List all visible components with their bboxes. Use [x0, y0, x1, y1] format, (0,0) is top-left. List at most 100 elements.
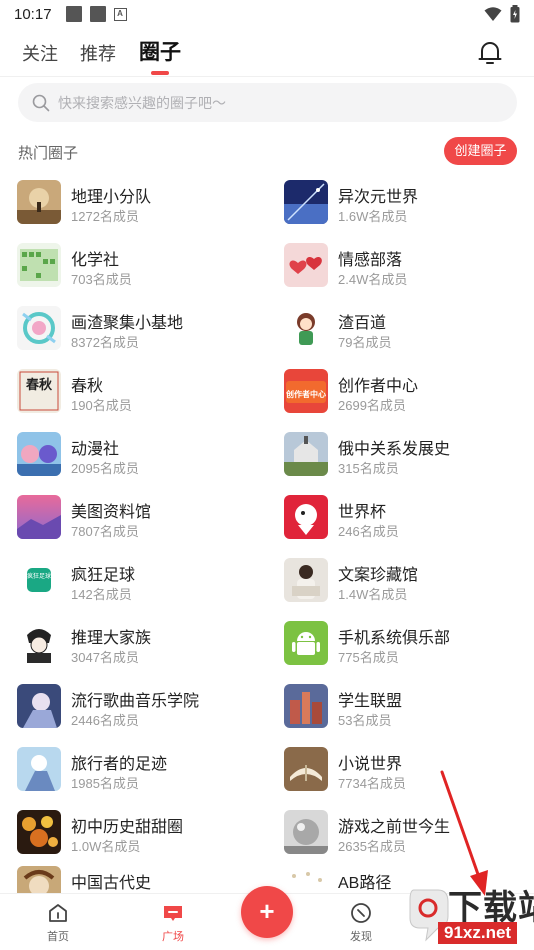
circle-item[interactable]: 地理小分队 1272名成员	[17, 180, 267, 228]
circle-thumbnail	[284, 558, 328, 602]
circle-name: 渣百道	[338, 315, 387, 332]
header-divider	[0, 76, 534, 77]
circle-members: 2635名成员	[338, 839, 406, 854]
circle-name: 俄中关系发展史	[338, 441, 451, 458]
watermark-url: 91xz.net	[438, 922, 518, 944]
circle-name: 旅行者的足迹	[71, 756, 168, 773]
notification-icon	[65, 6, 82, 22]
status-indicators	[484, 5, 520, 23]
circle-item[interactable]: 渣百道 79名成员	[284, 306, 534, 354]
circle-item[interactable]: 推理大家族 3047名成员	[17, 621, 267, 669]
circle-item[interactable]: 手机系统俱乐部 775名成员	[284, 621, 534, 669]
circle-name: 画渣聚集小基地	[71, 315, 184, 332]
circle-members: 2.4W名成员	[338, 272, 408, 287]
compass-icon	[351, 903, 371, 923]
circle-item[interactable]: 学生联盟 53名成员	[284, 684, 534, 732]
circle-thumbnail	[17, 684, 61, 728]
circle-name: AB路径	[338, 875, 392, 892]
circle-name: 动漫社	[71, 441, 120, 458]
search-placeholder: 快来搜索感兴趣的圈子吧～	[58, 94, 226, 111]
thumb-text: 疯狂足球	[27, 572, 51, 580]
status-bar: 10:17 A	[0, 0, 534, 28]
section-title: 热门圈子	[18, 145, 79, 162]
square-chat-icon	[164, 906, 182, 921]
circle-item[interactable]: 创作者中心 创作者中心 2699名成员	[284, 369, 534, 417]
circle-item[interactable]: 世界杯 246名成员	[284, 495, 534, 543]
circle-members: 703名成员	[71, 272, 132, 287]
circle-item[interactable]: 旅行者的足迹 1985名成员	[17, 747, 267, 795]
home-icon	[49, 904, 67, 922]
circle-item[interactable]: 俄中关系发展史 315名成员	[284, 432, 534, 480]
circle-members: 2699名成员	[338, 398, 406, 413]
circle-members: 7734名成员	[338, 776, 406, 791]
circle-thumbnail	[17, 621, 61, 665]
circle-members: 246名成员	[338, 524, 399, 539]
circle-item[interactable]: 春秋 春秋 190名成员	[17, 369, 267, 417]
circle-members: 7807名成员	[71, 524, 139, 539]
top-tab-bar: 关注 推荐 圈子	[0, 34, 534, 78]
circle-name: 世界杯	[338, 504, 387, 521]
create-circle-button[interactable]: 创建圈子	[444, 137, 517, 165]
plus-icon: +	[259, 896, 275, 926]
circle-thumbnail	[17, 243, 61, 287]
circle-item[interactable]: 初中历史甜甜圈 1.0W名成员	[17, 810, 267, 858]
nav-discover-label: 发现	[350, 931, 372, 943]
circle-thumbnail: 创作者中心	[284, 369, 328, 413]
circle-thumbnail	[17, 747, 61, 791]
nav-square[interactable]: 广场	[143, 902, 203, 944]
circle-members: 190名成员	[71, 398, 132, 413]
circle-thumbnail	[284, 810, 328, 854]
circle-members: 3047名成员	[71, 650, 139, 665]
circle-item[interactable]: 游戏之前世今生 2635名成员	[284, 810, 534, 858]
circle-item[interactable]: 疯狂足球 疯狂足球 142名成员	[17, 558, 267, 606]
circle-item[interactable]: 画渣聚集小基地 8372名成员	[17, 306, 267, 354]
thumb-text: 创作者中心	[285, 389, 326, 399]
tab-recommend[interactable]: 推荐	[80, 40, 116, 66]
circle-name: 流行歌曲音乐学院	[71, 693, 200, 710]
circle-item[interactable]: 流行歌曲音乐学院 2446名成员	[17, 684, 267, 732]
circle-item[interactable]: 异次元世界 1.6W名成员	[284, 180, 534, 228]
circle-thumbnail: 春秋	[17, 369, 61, 413]
circle-members: 1.6W名成员	[338, 209, 408, 224]
circle-name: 学生联盟	[338, 693, 403, 710]
nav-home[interactable]: 首页	[28, 902, 88, 944]
circle-name: 化学社	[71, 252, 120, 269]
circle-item[interactable]: 化学社 703名成员	[17, 243, 267, 291]
circle-members: 315名成员	[338, 461, 399, 476]
circle-members: 8372名成员	[71, 335, 139, 350]
circle-name: 推理大家族	[71, 630, 152, 647]
circle-thumbnail	[284, 243, 328, 287]
circle-members: 1985名成员	[71, 776, 139, 791]
thumb-text: 春秋	[25, 377, 53, 393]
circle-members: 2095名成员	[71, 461, 139, 476]
circle-thumbnail	[17, 306, 61, 350]
publish-fab-button[interactable]: +	[241, 886, 293, 938]
circle-thumbnail: 疯狂足球	[17, 558, 61, 602]
circle-thumbnail	[284, 306, 328, 350]
circle-members: 1272名成员	[71, 209, 139, 224]
circle-item[interactable]: 情感部落 2.4W名成员	[284, 243, 534, 291]
circle-item[interactable]: 文案珍藏馆 1.4W名成员	[284, 558, 534, 606]
circle-name: 创作者中心	[338, 378, 419, 395]
circle-thumbnail	[284, 495, 328, 539]
notification-icon	[89, 6, 106, 22]
circle-item[interactable]: 美图资料馆 7807名成员	[17, 495, 267, 543]
tab-follow[interactable]: 关注	[22, 40, 58, 66]
circle-thumbnail	[284, 747, 328, 791]
bell-icon[interactable]	[478, 40, 502, 66]
circle-item[interactable]: 小说世界 7734名成员	[284, 747, 534, 795]
circle-members: 2446名成员	[71, 713, 139, 728]
status-time: 10:17	[14, 5, 52, 23]
circle-thumbnail	[17, 432, 61, 476]
tab-circle[interactable]: 圈子	[139, 36, 181, 66]
circle-members: 53名成员	[338, 713, 392, 728]
nav-discover[interactable]: 发现	[331, 902, 391, 944]
search-icon	[32, 94, 50, 111]
circle-name: 疯狂足球	[71, 567, 136, 584]
app-notification-icon: A	[113, 7, 127, 21]
search-bar[interactable]: 快来搜索感兴趣的圈子吧～	[18, 83, 517, 122]
circle-item[interactable]: 动漫社 2095名成员	[17, 432, 267, 480]
circle-name: 异次元世界	[338, 189, 419, 206]
circle-name: 手机系统俱乐部	[338, 630, 451, 647]
circle-name: 初中历史甜甜圈	[71, 819, 184, 836]
